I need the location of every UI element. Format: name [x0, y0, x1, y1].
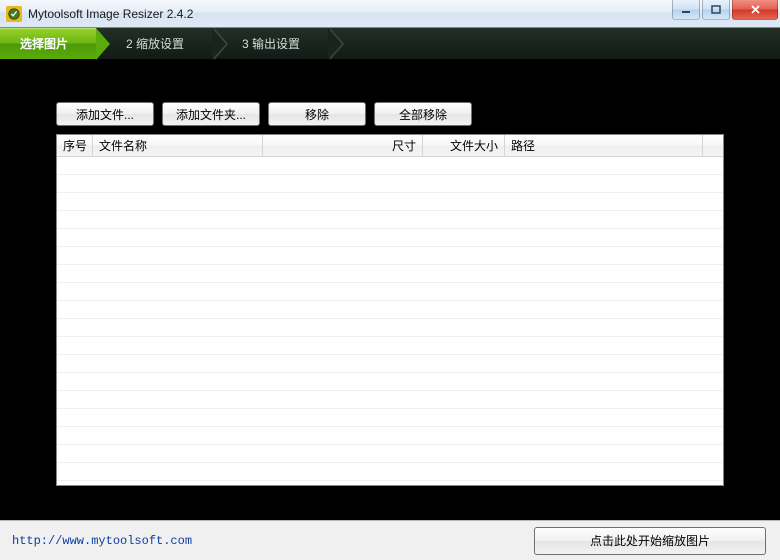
button-label: 点击此处开始缩放图片 — [590, 532, 710, 549]
file-table: 序号 文件名称 尺寸 文件大小 路径 — [56, 134, 724, 486]
step-select-images[interactable]: 选择图片 — [0, 28, 96, 59]
table-row — [57, 319, 723, 337]
column-label: 序号 — [63, 137, 87, 154]
start-resize-button[interactable]: 点击此处开始缩放图片 — [534, 527, 766, 555]
table-row — [57, 391, 723, 409]
table-row — [57, 193, 723, 211]
step-label: 3 输出设置 — [242, 35, 300, 52]
window-title: Mytoolsoft Image Resizer 2.4.2 — [28, 7, 193, 21]
column-label: 路径 — [511, 137, 535, 154]
table-row — [57, 229, 723, 247]
table-body[interactable] — [57, 157, 723, 481]
button-label: 移除 — [305, 106, 329, 123]
column-spacer — [703, 135, 723, 156]
website-link[interactable]: http://www.mytoolsoft.com — [12, 534, 192, 548]
table-row — [57, 337, 723, 355]
chevron-right-icon — [330, 28, 344, 60]
table-row — [57, 175, 723, 193]
maximize-button[interactable] — [702, 0, 730, 20]
table-row — [57, 409, 723, 427]
table-row — [57, 157, 723, 175]
column-index[interactable]: 序号 — [57, 135, 93, 156]
step-label: 选择图片 — [20, 35, 68, 52]
step-output-settings[interactable]: 3 输出设置 — [212, 28, 328, 59]
remove-all-button[interactable]: 全部移除 — [374, 102, 472, 126]
table-row — [57, 445, 723, 463]
remove-button[interactable]: 移除 — [268, 102, 366, 126]
table-row — [57, 373, 723, 391]
table-row — [57, 247, 723, 265]
table-row — [57, 211, 723, 229]
column-label: 尺寸 — [392, 137, 416, 154]
minimize-button[interactable] — [672, 0, 700, 20]
file-toolbar: 添加文件... 添加文件夹... 移除 全部移除 — [56, 102, 724, 126]
window-controls — [672, 0, 780, 20]
column-label: 文件名称 — [99, 137, 147, 154]
chevron-right-icon — [214, 28, 228, 60]
add-folder-button[interactable]: 添加文件夹... — [162, 102, 260, 126]
footer: http://www.mytoolsoft.com 点击此处开始缩放图片 — [0, 520, 780, 560]
minimize-icon — [681, 5, 691, 15]
close-button[interactable] — [732, 0, 778, 20]
column-dimensions[interactable]: 尺寸 — [263, 135, 423, 156]
add-file-button[interactable]: 添加文件... — [56, 102, 154, 126]
table-row — [57, 463, 723, 481]
main-content: 添加文件... 添加文件夹... 移除 全部移除 序号 文件名称 尺寸 文件大小… — [0, 60, 780, 520]
column-path[interactable]: 路径 — [505, 135, 703, 156]
close-icon — [750, 4, 761, 15]
step-bar: 选择图片 2 缩放设置 3 输出设置 — [0, 28, 780, 60]
button-label: 添加文件夹... — [176, 106, 246, 123]
column-label: 文件大小 — [450, 137, 498, 154]
button-label: 添加文件... — [76, 106, 134, 123]
app-icon — [6, 6, 22, 22]
step-resize-settings[interactable]: 2 缩放设置 — [96, 28, 212, 59]
table-row — [57, 283, 723, 301]
column-filename[interactable]: 文件名称 — [93, 135, 263, 156]
maximize-icon — [711, 5, 721, 15]
button-label: 全部移除 — [399, 106, 447, 123]
table-row — [57, 427, 723, 445]
window-titlebar: Mytoolsoft Image Resizer 2.4.2 — [0, 0, 780, 28]
table-row — [57, 355, 723, 373]
table-row — [57, 301, 723, 319]
table-row — [57, 265, 723, 283]
table-header: 序号 文件名称 尺寸 文件大小 路径 — [57, 135, 723, 157]
step-label: 2 缩放设置 — [126, 35, 184, 52]
column-filesize[interactable]: 文件大小 — [423, 135, 505, 156]
